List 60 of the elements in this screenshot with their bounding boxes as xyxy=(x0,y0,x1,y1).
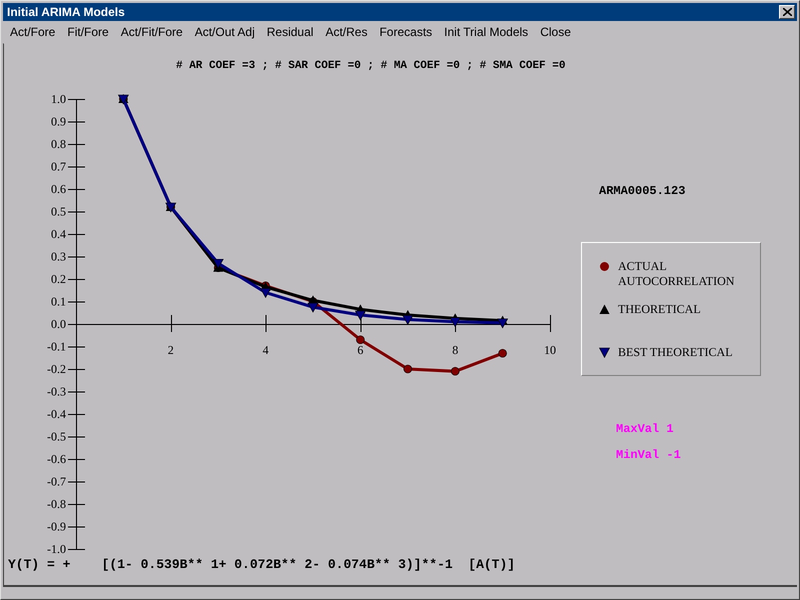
data-point xyxy=(450,366,460,376)
data-point xyxy=(165,202,176,213)
close-button[interactable] xyxy=(779,5,795,19)
menu-item[interactable]: Act/Fit/Fore xyxy=(114,25,189,39)
legend-label: BEST THEORETICAL xyxy=(618,345,734,360)
x-tick-label: 4 xyxy=(262,343,269,357)
model-header: # AR COEF =3 ; # SAR COEF =0 ; # MA COEF =0 ; # SMA COEF =0 xyxy=(176,60,566,74)
model-equation: Y(T) = + [(1- 0.539B** 1+ 0.072B** 2- 0.074B** 3)]**-1 [A(T)] xyxy=(8,557,516,572)
y-tick-label: 0.4 xyxy=(51,227,66,241)
data-point xyxy=(404,364,412,374)
data-point xyxy=(260,288,272,298)
y-tick-label: -0.1 xyxy=(47,340,66,354)
x-tick-label: 2 xyxy=(168,343,174,357)
menu-item[interactable]: Close xyxy=(534,25,577,39)
y-tick-label: 0.0 xyxy=(51,317,66,331)
series-id: ARMA0005.123 xyxy=(599,184,686,198)
x-tick-label: 6 xyxy=(357,343,364,357)
y-tick-label: -0.5 xyxy=(47,430,66,444)
menu-item[interactable]: Act/Out Adj xyxy=(188,25,261,39)
legend-label: THEORETICAL xyxy=(618,302,702,317)
y-tick-label: -0.6 xyxy=(47,452,66,466)
min-value: MinVal -1 xyxy=(616,448,682,462)
y-tick-label: 0.9 xyxy=(51,114,66,128)
circle-marker-icon xyxy=(599,261,610,272)
close-icon xyxy=(782,8,792,16)
y-tick-label: 0.7 xyxy=(51,160,66,174)
menu-item[interactable]: Forecasts xyxy=(373,25,438,39)
y-tick-label: -0.3 xyxy=(47,384,66,398)
menu-item[interactable]: Residual xyxy=(260,25,320,39)
data-point xyxy=(498,348,507,358)
max-value: MaxVal 1 xyxy=(616,422,675,436)
x-tick-label: 10 xyxy=(544,343,556,357)
y-tick-label: 0.8 xyxy=(51,137,66,151)
y-tick-label: 1.0 xyxy=(51,92,66,106)
y-tick-label: 0.6 xyxy=(51,182,66,196)
menu-item[interactable]: Act/Fore xyxy=(4,25,62,39)
y-tick-label: 0.2 xyxy=(51,272,66,286)
y-tick-label: -0.2 xyxy=(47,362,66,376)
data-point xyxy=(212,258,224,269)
menu-item[interactable]: Act/Res xyxy=(319,25,374,39)
y-tick-label: 0.1 xyxy=(51,294,66,308)
y-tick-label: 0.3 xyxy=(51,250,66,264)
y-tick-label: -0.9 xyxy=(47,520,66,534)
legend-label: ACTUAL AUTOCORRELATION xyxy=(618,259,736,289)
x-tick-label: 8 xyxy=(452,343,458,357)
data-point xyxy=(497,318,508,328)
y-tick-label: -0.8 xyxy=(47,497,66,511)
data-point xyxy=(450,317,461,328)
down-triangle-icon xyxy=(599,347,610,358)
data-point xyxy=(354,310,366,321)
menu-item[interactable]: Fit/Fore xyxy=(61,25,115,39)
data-point xyxy=(356,335,365,344)
data-point xyxy=(402,315,414,326)
window-title: Initial ARIMA Models xyxy=(7,5,125,19)
y-tick-label: -0.7 xyxy=(47,474,66,488)
menu-item[interactable]: Init Trial Models xyxy=(438,25,534,39)
y-tick-label: -1.0 xyxy=(47,542,66,556)
up-triangle-icon xyxy=(599,304,610,315)
y-tick-label: 0.5 xyxy=(51,204,66,218)
y-tick-label: -0.4 xyxy=(47,407,66,421)
